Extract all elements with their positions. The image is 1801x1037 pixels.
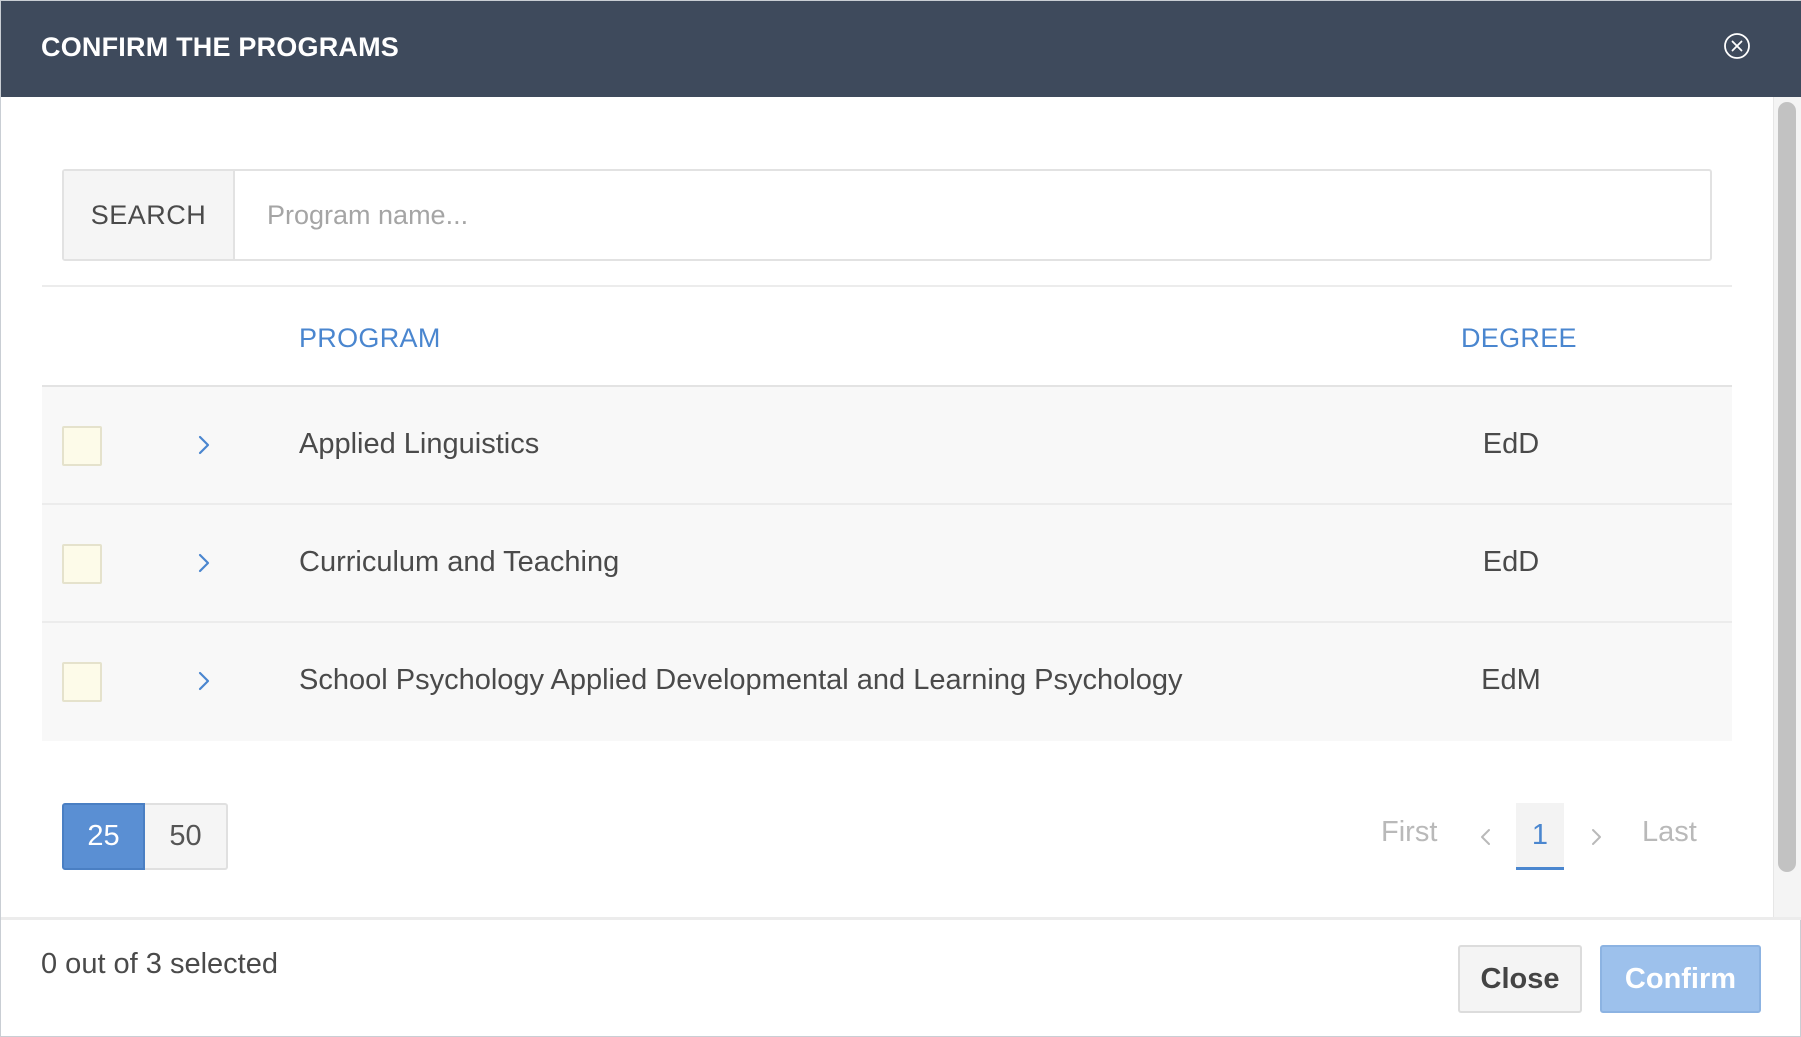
table-row[interactable]: Applied Linguistics EdD <box>42 387 1732 505</box>
confirm-programs-dialog: CONFIRM THE PROGRAMS SEARCH PROGRAM DEGR… <box>0 0 1801 1037</box>
pagination-first[interactable]: First <box>1381 816 1437 849</box>
pagination-current-page[interactable]: 1 <box>1516 803 1564 870</box>
pagination-last[interactable]: Last <box>1642 816 1697 849</box>
chevron-right-icon[interactable] <box>192 547 216 579</box>
footer-divider <box>1 917 1801 920</box>
divider <box>42 285 1732 287</box>
page-size-50-button[interactable]: 50 <box>145 803 228 870</box>
page-size-25-button[interactable]: 25 <box>62 803 145 870</box>
chevron-right-icon[interactable] <box>192 665 216 697</box>
program-name: Curriculum and Teaching <box>299 546 620 578</box>
confirm-button[interactable]: Confirm <box>1600 945 1761 1013</box>
selection-count: 0 out of 3 selected <box>41 948 278 980</box>
chevron-right-icon[interactable] <box>192 429 216 461</box>
program-degree: EdD <box>1482 428 1540 460</box>
row-checkbox[interactable] <box>62 662 102 702</box>
column-header-degree[interactable]: DEGREE <box>1461 323 1577 354</box>
dialog-header: CONFIRM THE PROGRAMS <box>1 1 1801 97</box>
chevron-left-icon[interactable] <box>1477 823 1495 859</box>
close-button[interactable]: Close <box>1458 945 1582 1013</box>
close-circle-icon[interactable] <box>1723 32 1751 60</box>
search-bar: SEARCH <box>62 169 1712 261</box>
scrollbar-thumb[interactable] <box>1778 102 1796 872</box>
chevron-right-icon[interactable] <box>1587 823 1605 859</box>
table-row[interactable]: Curriculum and Teaching EdD <box>42 505 1732 623</box>
row-checkbox[interactable] <box>62 426 102 466</box>
row-checkbox[interactable] <box>62 544 102 584</box>
program-degree: EdD <box>1482 546 1540 578</box>
table-row[interactable]: School Psychology Applied Developmental … <box>42 623 1732 741</box>
program-degree: EdM <box>1481 664 1541 696</box>
search-input[interactable] <box>237 171 1710 259</box>
dialog-title: CONFIRM THE PROGRAMS <box>41 32 399 62</box>
program-name: Applied Linguistics <box>299 428 540 460</box>
program-name: School Psychology Applied Developmental … <box>299 664 1183 696</box>
search-label: SEARCH <box>64 171 235 259</box>
column-header-program[interactable]: PROGRAM <box>299 323 441 354</box>
